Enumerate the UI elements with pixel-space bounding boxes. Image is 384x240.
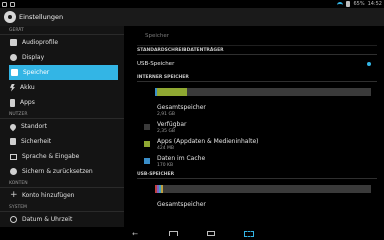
usb-storage-item-total[interactable]: Gesamtspeicher bbox=[137, 199, 377, 216]
storage-content: Speicher STANDARDSCHREIBDATENTRÄGER USB-… bbox=[137, 26, 377, 227]
sidebar-item-display[interactable]: Display bbox=[0, 50, 124, 65]
storage-item-apps[interactable]: Apps (Appdaten & Medieninhalte) 424 MB bbox=[137, 136, 377, 153]
plus-icon: + bbox=[10, 190, 18, 200]
storage-item-value: 2,91 GB bbox=[157, 112, 176, 117]
speaker-icon bbox=[10, 39, 17, 46]
storage-item-label: Daten im Cache bbox=[157, 155, 206, 162]
legend-swatch bbox=[144, 107, 150, 113]
legend-swatch bbox=[144, 141, 150, 147]
sidebar-item-label: Display bbox=[22, 54, 45, 61]
sidebar-item-label: Konto hinzufügen bbox=[22, 192, 75, 199]
clock-icon bbox=[10, 216, 17, 223]
settings-gear-icon[interactable] bbox=[4, 11, 16, 23]
usb-storage-bar-row bbox=[137, 179, 377, 199]
display-icon bbox=[10, 54, 17, 61]
status-bar-notifications bbox=[2, 1, 15, 7]
legend-swatch bbox=[144, 158, 150, 164]
status-bar: 65% 14:52 bbox=[0, 0, 384, 8]
storage-item-total[interactable]: Gesamtspeicher 2,91 GB bbox=[137, 102, 377, 119]
sidebar-item-akku[interactable]: Akku bbox=[0, 80, 124, 95]
home-icon bbox=[168, 231, 178, 236]
legend-swatch bbox=[144, 124, 150, 130]
battery-icon bbox=[10, 83, 15, 92]
usb-storage-header: USB-SPEICHER bbox=[137, 170, 377, 179]
internal-storage-bar-row bbox=[137, 82, 377, 102]
storage-item-value: 424 MB bbox=[157, 146, 174, 151]
storage-icon bbox=[11, 69, 18, 76]
recent-apps-button[interactable] bbox=[204, 230, 218, 238]
location-icon bbox=[8, 122, 18, 131]
sidebar-section-header: GERÄT bbox=[0, 26, 124, 35]
navigation-bar: ← bbox=[0, 227, 384, 240]
battery-percent: 65% bbox=[353, 1, 365, 7]
internal-storage-bar bbox=[155, 88, 371, 96]
storage-item-label: Apps (Appdaten & Medieninhalte) bbox=[157, 138, 259, 145]
recent-apps-icon bbox=[207, 231, 215, 236]
sidebar-item-label: Sichern & zurücksetzen bbox=[22, 168, 93, 175]
sidebar-item-konto-hinzufuegen[interactable]: + Konto hinzufügen bbox=[0, 188, 124, 203]
sidebar-item-standort[interactable]: Standort bbox=[0, 119, 124, 134]
apps-icon bbox=[10, 98, 15, 107]
back-button[interactable]: ← bbox=[128, 230, 142, 238]
storage-item-value: 2,35 GB bbox=[157, 129, 176, 134]
radio-selected-icon[interactable] bbox=[367, 62, 371, 66]
sidebar-item-datum-uhrzeit[interactable]: Datum & Uhrzeit bbox=[0, 212, 124, 227]
sidebar-item-sprache[interactable]: Sprache & Eingabe bbox=[0, 149, 124, 164]
sidebar-item-sichern[interactable]: Sichern & zurücksetzen bbox=[0, 164, 124, 179]
bar-segment-downloads bbox=[161, 185, 163, 193]
internal-storage-header: INTERNER SPEICHER bbox=[137, 73, 377, 82]
sidebar-item-label: Audioprofile bbox=[22, 39, 59, 46]
download-icon bbox=[10, 1, 15, 7]
usb-storage-label: USB-Speicher bbox=[137, 61, 175, 67]
language-icon bbox=[10, 153, 17, 160]
sidebar-section-header: KONTEN bbox=[0, 179, 124, 188]
wifi-icon bbox=[337, 1, 344, 7]
sidebar-item-label: Apps bbox=[20, 99, 35, 106]
settings-sidebar: GERÄT Audioprofile Display Speicher Akku… bbox=[0, 26, 124, 227]
sidebar-item-label: Datum & Uhrzeit bbox=[22, 216, 73, 223]
sidebar-item-label: Sicherheit bbox=[21, 138, 52, 145]
screenshot-icon bbox=[244, 230, 254, 237]
sidebar-item-speicher[interactable]: Speicher bbox=[9, 65, 118, 80]
action-bar: Einstellungen bbox=[0, 8, 384, 26]
bar-segment-apps bbox=[157, 88, 187, 96]
storage-item-label: Verfügbar bbox=[157, 121, 187, 128]
lock-icon bbox=[10, 138, 16, 145]
usb-storage-bar bbox=[155, 185, 371, 193]
status-bar-system: 65% 14:52 bbox=[337, 1, 382, 7]
sidebar-item-sicherheit[interactable]: Sicherheit bbox=[0, 134, 124, 149]
home-button[interactable] bbox=[166, 230, 180, 238]
sidebar-item-label: Standort bbox=[21, 123, 47, 130]
storage-item-value: 170 KB bbox=[157, 163, 174, 168]
battery-status-icon bbox=[346, 1, 351, 7]
legend-swatch bbox=[144, 204, 150, 210]
screenshot-button[interactable] bbox=[242, 230, 256, 238]
storage-item-available[interactable]: Verfügbar 2,35 GB bbox=[137, 119, 377, 136]
notification-icon bbox=[2, 1, 7, 7]
sidebar-section-header: NUTZER bbox=[0, 110, 124, 119]
backup-icon bbox=[10, 168, 17, 175]
breadcrumb: Speicher bbox=[137, 26, 377, 46]
sidebar-section-header: SYSTEM bbox=[0, 203, 124, 212]
storage-item-label: Gesamtspeicher bbox=[157, 201, 206, 208]
sidebar-item-apps[interactable]: Apps bbox=[0, 95, 124, 110]
sidebar-item-label: Speicher bbox=[23, 69, 50, 76]
app-title: Einstellungen bbox=[19, 13, 64, 21]
storage-item-label: Gesamtspeicher bbox=[157, 104, 206, 111]
storage-item-cache[interactable]: Daten im Cache 170 KB bbox=[137, 153, 377, 170]
sidebar-item-audioprofile[interactable]: Audioprofile bbox=[0, 35, 124, 50]
usb-storage-option[interactable]: USB-Speicher bbox=[137, 55, 377, 73]
sidebar-item-label: Akku bbox=[20, 84, 35, 91]
default-storage-header: STANDARDSCHREIBDATENTRÄGER bbox=[137, 46, 377, 55]
clock-time: 14:52 bbox=[367, 1, 382, 7]
sidebar-item-label: Sprache & Eingabe bbox=[22, 153, 80, 160]
